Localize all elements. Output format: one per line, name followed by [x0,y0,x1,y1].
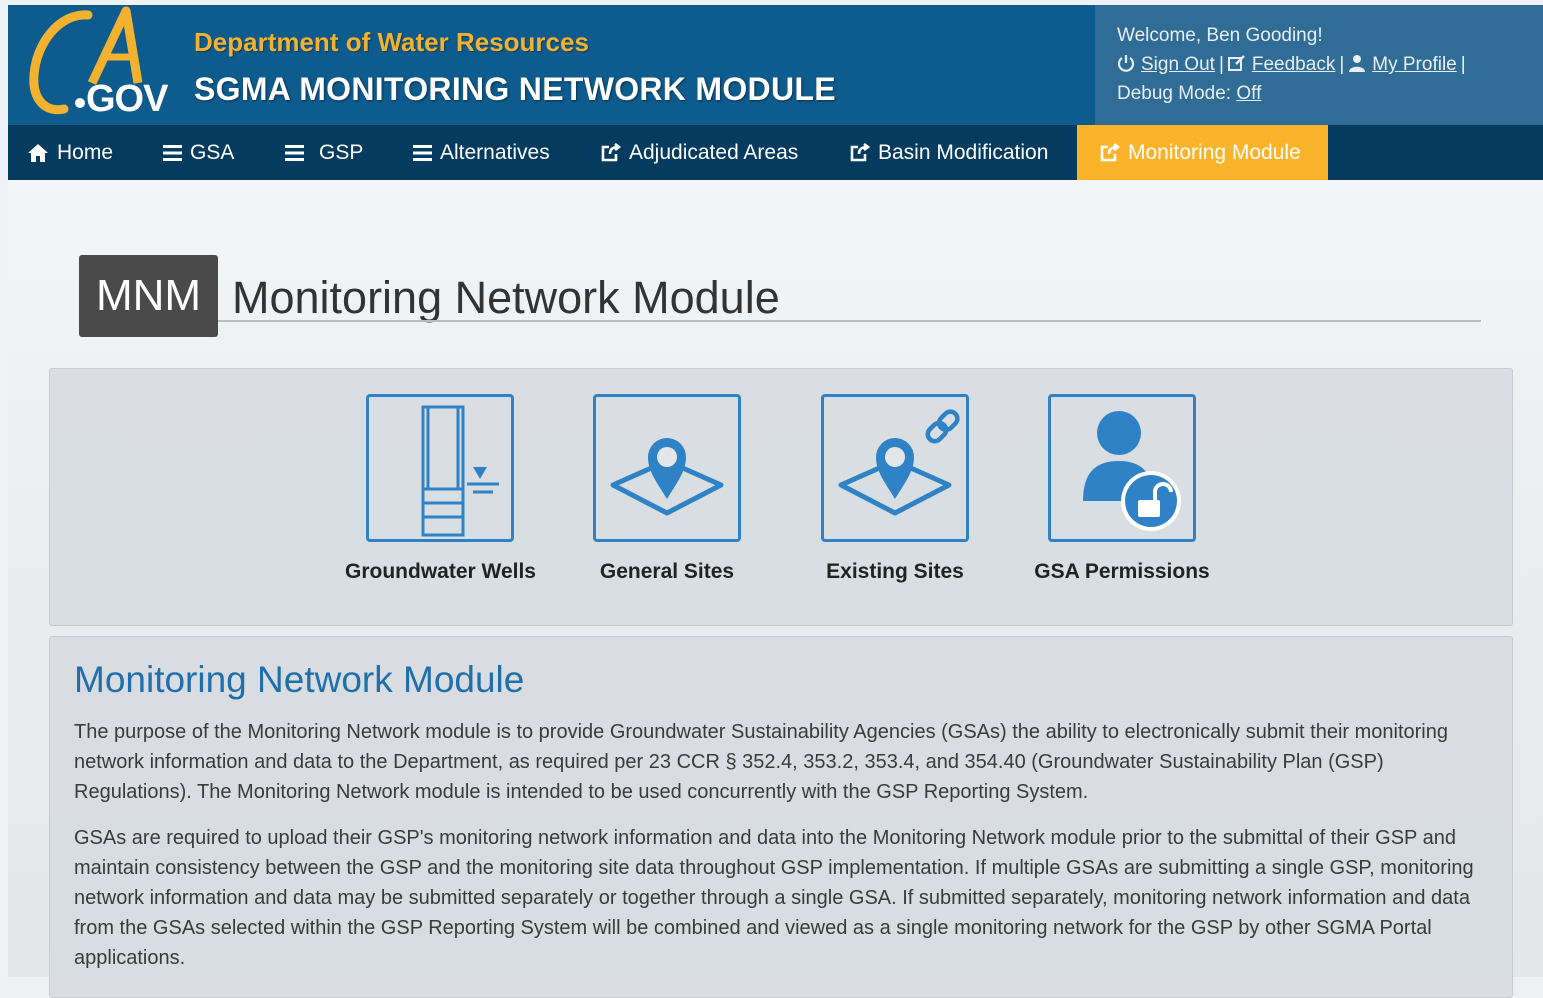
nav-label: GSA [190,141,235,164]
main-nav: Home GSA GSP Alternatives Adjudicated Ar… [8,125,1543,180]
nav-label: Alternatives [440,141,550,164]
welcome-text: Welcome, Ben Gooding! [1117,25,1323,46]
nav-label: Home [57,141,114,164]
linked-site-icon [838,409,960,516]
nav-label: Adjudicated Areas [629,141,799,164]
tile-existing-sites[interactable]: Existing Sites [800,394,990,584]
nav-label: GSP [319,141,364,164]
ca-gov-logo[interactable]: GOV [18,5,178,123]
separator: | [1218,54,1224,75]
external-link-icon [601,142,621,161]
separator: | [1460,54,1466,75]
list-icon [285,144,304,161]
tile-icon-box[interactable] [593,394,741,542]
debug-mode-toggle[interactable]: Off [1236,83,1261,104]
tile-label: GSA Permissions [1034,560,1210,583]
debug-mode-label: Debug Mode: [1117,83,1232,104]
power-icon [1117,54,1135,78]
tile-icon-box[interactable] [366,394,514,542]
nav-item-gsp[interactable]: GSP [285,125,363,180]
tile-label: Groundwater Wells [345,560,536,583]
tile-gsa-permissions[interactable]: GSA Permissions [1027,394,1217,584]
heading-divider [218,320,1481,322]
nav-item-alternatives[interactable]: Alternatives [413,125,550,180]
tile-groundwater-wells[interactable]: Groundwater Wells [345,394,536,584]
edit-icon [1227,54,1246,78]
nav-label: Basin Modification [878,141,1049,164]
home-icon [28,143,48,162]
external-link-icon [850,142,870,161]
tile-general-sites[interactable]: General Sites [572,394,762,584]
tile-label: Existing Sites [826,560,964,583]
sign-out-link[interactable]: Sign Out [1141,54,1215,75]
nav-item-basin-modification[interactable]: Basin Modification [849,125,1048,180]
info-title: Monitoring Network Module [74,659,525,700]
nav-item-home[interactable]: Home [27,125,113,180]
department-name: Department of Water Resources [194,27,589,57]
info-paragraph: GSAs are required to upload their GSP's … [74,827,1474,969]
external-link-icon [1100,142,1120,161]
svg-text:GOV: GOV [86,78,169,120]
tile-icon-box[interactable] [1048,394,1196,542]
module-tiles-panel: Groundwater Wells General Sites Existing… [49,368,1513,626]
separator: | [1339,54,1345,75]
info-paragraph: The purpose of the Monitoring Network mo… [74,721,1448,803]
site-header: GOV Department of Water Resources SGMA M… [8,5,1543,125]
list-icon [413,144,432,161]
well-icon [421,405,499,537]
tile-label: General Sites [599,560,735,583]
map-pin-icon [610,438,724,516]
user-unlock-icon [1083,411,1181,531]
app-title: SGMA MONITORING NETWORK MODULE [194,71,836,107]
tile-icon-box[interactable] [821,394,969,542]
feedback-link[interactable]: Feedback [1252,54,1335,75]
page-title: Monitoring Network Module [232,272,780,323]
user-icon [1348,54,1366,78]
user-panel: Welcome, Ben Gooding! Sign Out | Feedback… [1095,5,1543,125]
list-icon [163,144,182,161]
nav-item-adjudicated-areas[interactable]: Adjudicated Areas [600,125,798,180]
nav-item-monitoring-module[interactable]: Monitoring Module [1077,125,1328,180]
my-profile-link[interactable]: My Profile [1372,54,1456,75]
module-badge: MNM [79,255,218,337]
nav-item-gsa[interactable]: GSA [163,125,234,180]
nav-label: Monitoring Module [1128,141,1301,164]
info-panel: Monitoring Network Module The purpose of… [49,636,1513,998]
